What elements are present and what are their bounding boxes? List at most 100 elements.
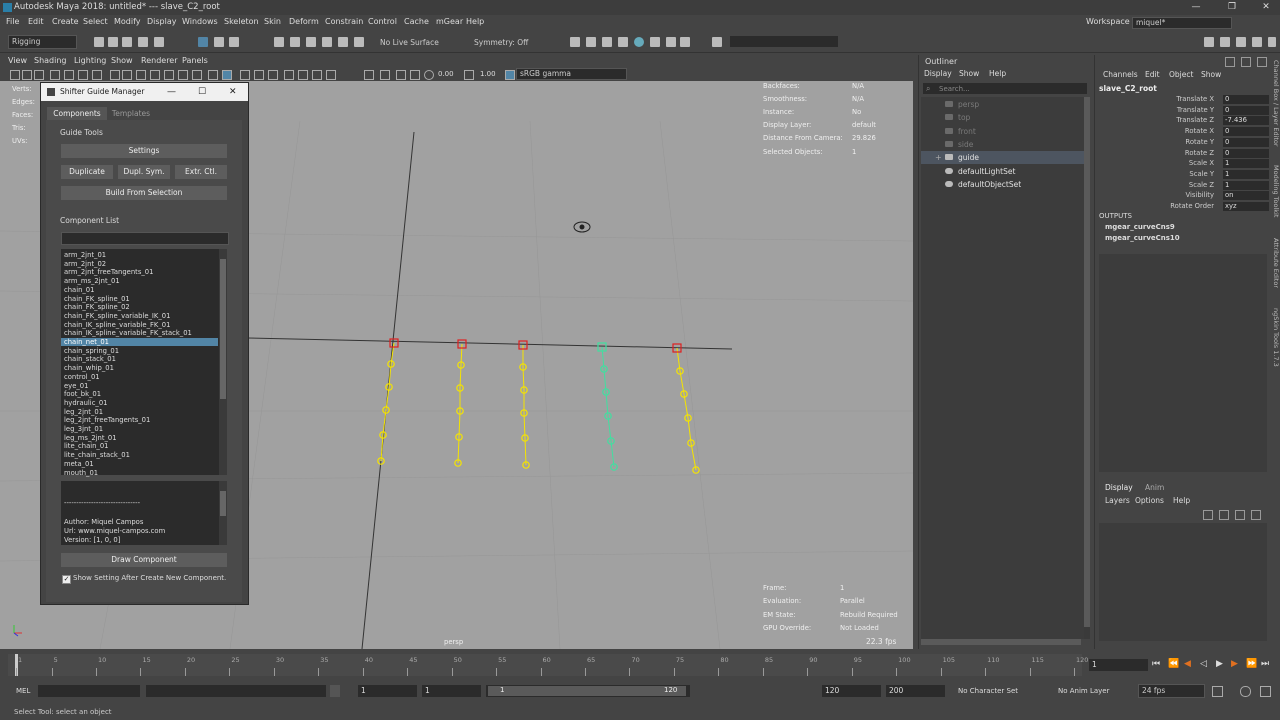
component-list-item[interactable]: leg_2jnt_01 [64,408,103,416]
xray-active-icon[interactable] [268,70,278,80]
layer-tab-display[interactable]: Display [1105,483,1133,492]
outliner-item[interactable]: + guide [921,151,1084,165]
component-list-item[interactable]: chain_FK_spline_02 [64,303,130,311]
current-frame-field[interactable]: 1 [1089,659,1148,671]
outliner-menu-display[interactable]: Display [924,69,952,78]
xray-icon[interactable] [222,70,232,80]
grid-icon[interactable] [64,70,74,80]
show-setting-checkbox[interactable]: ✓ [62,575,71,584]
build-from-selection-button[interactable]: Build From Selection [61,186,227,200]
range-slider[interactable]: 1 120 [486,685,690,697]
playback-start-field[interactable]: 1 [422,685,481,697]
vp-menu-renderer[interactable]: Renderer [141,56,178,65]
save-scene-icon[interactable] [122,37,132,47]
component-list-item[interactable]: eye_01 [64,382,88,390]
outliner-menu-show[interactable]: Show [959,69,979,78]
ipr-icon[interactable] [602,37,612,47]
component-list-item[interactable]: chain_net_01 [61,338,218,346]
render-icon[interactable] [570,37,580,47]
pause-icon[interactable] [680,37,690,47]
channel-attr-value[interactable]: -7.436 [1223,116,1269,126]
workspace-dropdown[interactable]: miquel* [1132,17,1232,29]
color-space-dropdown[interactable]: sRGB gamma [516,68,627,80]
channel-icon-3[interactable] [1257,57,1267,67]
expand-icon[interactable]: + [935,151,942,164]
snap-surface-icon[interactable] [338,37,348,47]
side-tab-ngskin-tools[interactable]: ngSkin Tools 1.7.3 [1270,308,1280,367]
outliner-tree[interactable]: persp top front side + guide defaultLightSet de… [921,97,1084,639]
anim-layer-dropdown[interactable]: No Anim Layer [1058,687,1109,695]
script-editor-icon[interactable] [330,685,340,697]
ssao-icon[interactable] [284,70,294,80]
vp-menu-shading[interactable]: Shading [34,56,67,65]
minimize-button[interactable]: — [1184,0,1208,15]
component-list-item[interactable]: chain_stack_01 [64,355,116,363]
menu-constrain[interactable]: Constrain [325,17,363,26]
settings-button[interactable]: Settings [61,144,227,158]
outliner-scrollbar[interactable] [1084,97,1090,639]
menu-skin[interactable]: Skin [264,17,281,26]
render-setup-icon[interactable] [650,37,660,47]
dupl-sym-button[interactable]: Dupl. Sym. [118,165,170,179]
xray-joints-icon[interactable] [240,70,250,80]
channel-menu-object[interactable]: Object [1169,70,1193,79]
character-set-dropdown[interactable]: No Character Set [958,687,1018,695]
bookmark-icon[interactable] [34,70,44,80]
extr-ctl-button[interactable]: Extr. Ctl. [175,165,227,179]
start-time-field[interactable]: 1 [358,685,417,697]
layer-menu-layers[interactable]: Layers [1105,496,1130,505]
play-backward-icon[interactable]: ◁ [1200,659,1207,669]
tab-templates[interactable]: Templates [111,107,151,120]
channel-menu-channels[interactable]: Channels [1103,70,1138,79]
snap-view-icon[interactable] [322,37,332,47]
exposure-icon[interactable] [424,70,434,80]
menu-set-dropdown[interactable]: Rigging [8,35,77,49]
component-list-item[interactable]: chain_FK_spline_variable_IK_01 [64,312,170,320]
safe-title-icon[interactable] [396,70,406,80]
component-list-item[interactable]: meta_01 [64,460,94,468]
select-by-component-icon[interactable] [229,37,239,47]
close-button[interactable]: ✕ [1254,0,1278,15]
channel-menu-edit[interactable]: Edit [1145,70,1160,79]
sidebar-icon-1[interactable] [1204,37,1214,47]
shifter-close-button[interactable]: ✕ [229,83,237,101]
outliner-item[interactable]: defaultObjectSet [921,178,1084,191]
menu-skeleton[interactable]: Skeleton [224,17,259,26]
info-scrollbar[interactable] [219,481,227,545]
snap-grid-icon[interactable] [274,37,284,47]
redo-icon[interactable] [154,37,164,47]
ao-icon[interactable] [178,70,188,80]
image-plane-icon[interactable] [50,70,60,80]
component-list-item[interactable]: lite_chain_01 [64,442,108,450]
loop-icon[interactable] [1212,686,1223,697]
command-language[interactable]: MEL [16,687,30,695]
menu-file[interactable]: File [6,17,19,26]
menu-modify[interactable]: Modify [114,17,141,26]
channel-attr-value[interactable]: xyz [1223,202,1269,211]
channel-attr-value[interactable]: 0 [1223,148,1269,158]
layer-move-down-icon[interactable] [1219,510,1229,520]
component-list-item[interactable]: chain_spring_01 [64,347,119,355]
side-tab-attribute-editor[interactable]: Attribute Editor [1270,238,1280,288]
menu-create[interactable]: Create [52,17,79,26]
live-surface-label[interactable]: No Live Surface [380,38,439,47]
maximize-button[interactable]: ❐ [1220,0,1244,15]
aa-icon[interactable] [298,70,308,80]
component-list-item[interactable]: arm_2jnt_01 [64,251,106,259]
gamma-value[interactable]: 1.00 [480,70,496,78]
menu-edit[interactable]: Edit [28,17,44,26]
color-management-icon[interactable] [505,70,515,80]
component-list-item[interactable]: leg_2jnt_freeTangents_01 [64,416,150,424]
channel-attr-value[interactable]: 1 [1223,169,1269,179]
outliner-menu-help[interactable]: Help [989,69,1006,78]
preferences-icon[interactable] [1260,686,1271,697]
outliner-item[interactable]: top [921,111,1084,124]
safe-action-icon[interactable] [380,70,390,80]
new-scene-icon[interactable] [94,37,104,47]
isolate-icon[interactable] [208,70,218,80]
field-chart-icon[interactable] [364,70,374,80]
menu-deform[interactable]: Deform [289,17,319,26]
select-by-hierarchy-icon[interactable] [198,37,208,47]
channel-menu-show[interactable]: Show [1201,70,1221,79]
channel-attr-value[interactable]: 0 [1223,127,1269,137]
